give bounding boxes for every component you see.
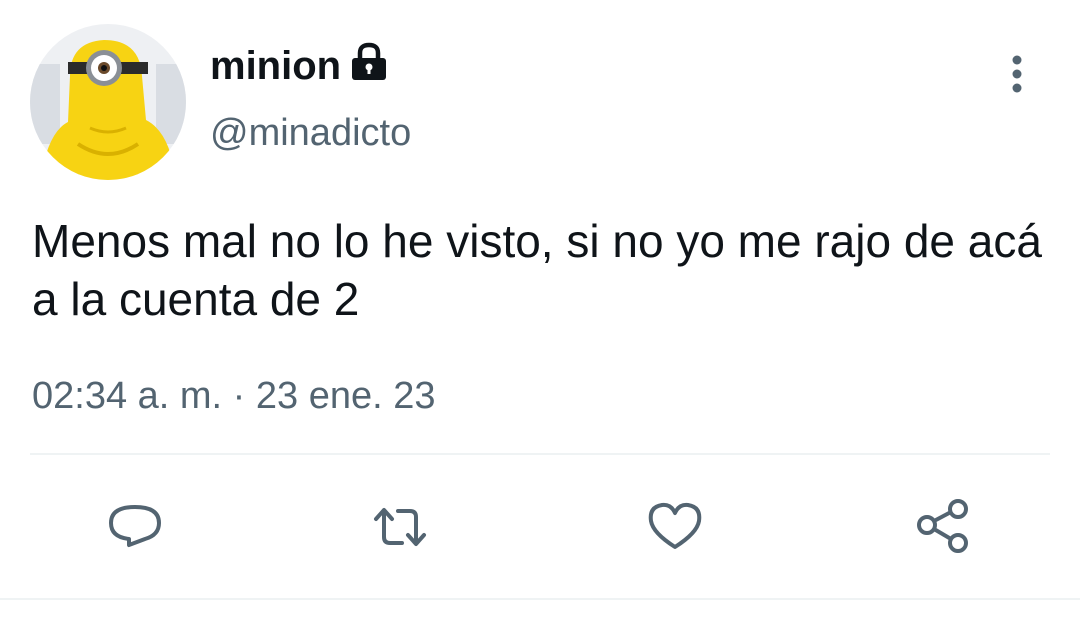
more-options-icon[interactable] xyxy=(998,52,1036,98)
lock-icon xyxy=(348,41,390,83)
tweet-text: Menos mal no lo he visto, si no yo me ra… xyxy=(32,215,1042,325)
tweet-card: minion @minadicto Menos mal no lo he vis… xyxy=(0,0,1080,618)
retweet-icon[interactable] xyxy=(370,497,430,557)
avatar[interactable] xyxy=(30,24,186,180)
reply-icon[interactable] xyxy=(105,497,165,557)
display-name[interactable]: minion xyxy=(210,42,341,90)
user-handle[interactable]: @minadicto xyxy=(210,110,411,156)
divider xyxy=(30,453,1050,455)
like-icon[interactable] xyxy=(645,497,705,557)
tweet-timestamp[interactable]: 02:34 a. m. · 23 ene. 23 xyxy=(32,373,436,419)
bottom-divider xyxy=(0,598,1080,600)
share-icon[interactable] xyxy=(913,497,973,557)
